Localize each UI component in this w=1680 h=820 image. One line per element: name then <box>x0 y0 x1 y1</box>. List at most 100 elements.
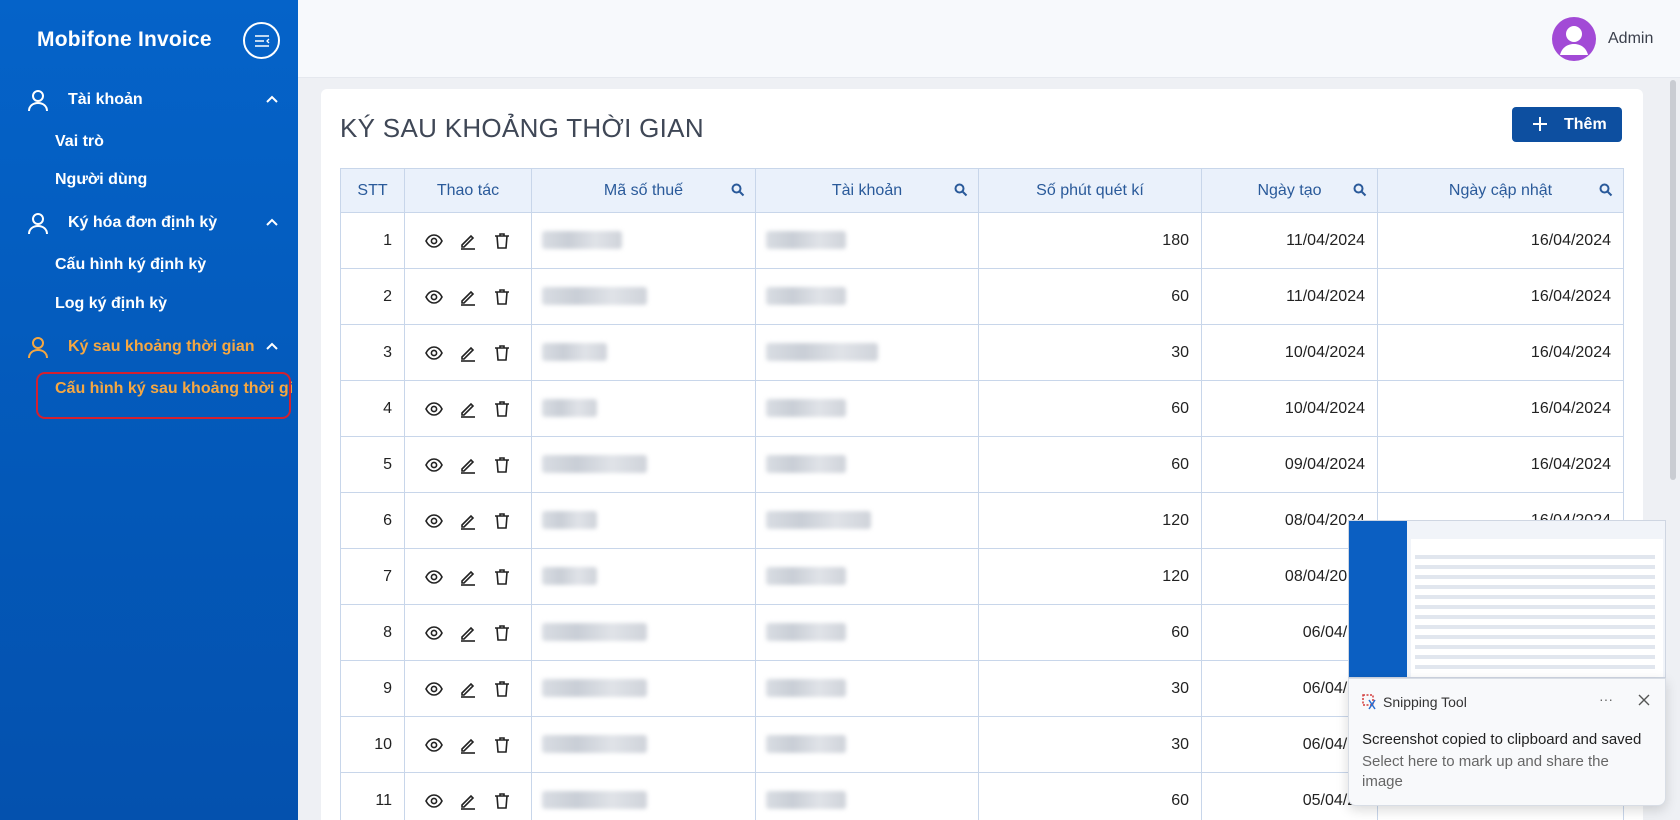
delete-icon[interactable] <box>492 399 512 419</box>
edit-icon[interactable] <box>458 399 478 419</box>
edit-icon[interactable] <box>458 455 478 475</box>
cell-minutes: 60 <box>978 436 1202 493</box>
delete-icon[interactable] <box>492 343 512 363</box>
edit-icon[interactable] <box>458 343 478 363</box>
column-header-stt: STT <box>340 168 405 213</box>
cell-updated: 16/04/2024 <box>1377 436 1624 493</box>
chevron-up-icon <box>266 342 278 350</box>
user-icon <box>28 90 48 112</box>
page-title: KÝ SAU KHOẢNG THỜI GIAN <box>340 113 704 143</box>
user-name[interactable]: Admin <box>1608 30 1653 48</box>
thumb-row-line <box>1415 615 1655 619</box>
edit-icon[interactable] <box>458 791 478 811</box>
thumb-row-line <box>1415 645 1655 649</box>
redacted-value <box>542 231 622 250</box>
redacted-value <box>542 567 597 586</box>
delete-icon[interactable] <box>492 623 512 643</box>
thumb-row-line <box>1415 655 1655 659</box>
redacted-value <box>542 791 647 810</box>
delete-icon[interactable] <box>492 511 512 531</box>
close-icon[interactable] <box>1637 693 1651 707</box>
view-icon[interactable] <box>424 455 444 475</box>
edit-icon[interactable] <box>458 231 478 251</box>
avatar[interactable] <box>1552 17 1596 61</box>
redacted-value <box>542 399 597 418</box>
sidebar-item-periodic-config[interactable]: Cấu hình ký định kỳ <box>55 256 206 274</box>
cell-actions <box>404 212 532 269</box>
cell-account <box>755 772 979 820</box>
sidebar: Mobifone Invoice Tài khoản Vai trò Người… <box>0 0 298 820</box>
cell-stt: 6 <box>340 492 405 549</box>
delete-icon[interactable] <box>492 679 512 699</box>
user-icon <box>28 337 48 359</box>
view-icon[interactable] <box>424 791 444 811</box>
view-icon[interactable] <box>424 287 444 307</box>
edit-icon[interactable] <box>458 567 478 587</box>
cell-account <box>755 492 979 549</box>
view-icon[interactable] <box>424 567 444 587</box>
edit-icon[interactable] <box>458 623 478 643</box>
cell-tax-code <box>531 492 756 549</box>
search-icon[interactable] <box>954 183 968 197</box>
edit-icon[interactable] <box>458 735 478 755</box>
edit-icon[interactable] <box>458 287 478 307</box>
view-icon[interactable] <box>424 679 444 699</box>
snip-thumbnail[interactable] <box>1348 520 1666 678</box>
delete-icon[interactable] <box>492 231 512 251</box>
thumb-row-line <box>1415 625 1655 629</box>
chevron-up-icon <box>266 95 278 103</box>
cell-account <box>755 380 979 437</box>
edit-icon[interactable] <box>458 679 478 699</box>
redacted-value <box>542 623 647 642</box>
view-icon[interactable] <box>424 231 444 251</box>
column-header-created: Ngày tạo <box>1201 168 1378 213</box>
cell-tax-code <box>531 772 756 820</box>
delete-icon[interactable] <box>492 287 512 307</box>
sidebar-item-users[interactable]: Người dùng <box>55 171 147 189</box>
table-row: 4 60 10/04/2024 16/04/2024 <box>340 380 1624 437</box>
snipping-tool-toast[interactable]: Snipping Tool ··· Screenshot copied to c… <box>1348 678 1666 806</box>
cell-stt: 7 <box>340 548 405 605</box>
cell-tax-code <box>531 436 756 493</box>
cell-stt: 10 <box>340 716 405 773</box>
thumb-sidebar <box>1349 521 1407 677</box>
view-icon[interactable] <box>424 735 444 755</box>
sidebar-item-roles[interactable]: Vai trò <box>55 133 104 151</box>
search-icon[interactable] <box>1353 183 1367 197</box>
delete-icon[interactable] <box>492 791 512 811</box>
add-button[interactable]: Thêm <box>1512 107 1622 142</box>
cell-minutes: 60 <box>978 772 1202 820</box>
thumb-row-line <box>1415 565 1655 569</box>
menu-toggle-button[interactable] <box>243 22 280 59</box>
view-icon[interactable] <box>424 343 444 363</box>
view-icon[interactable] <box>424 399 444 419</box>
redacted-value <box>542 679 647 698</box>
column-header-minutes: Số phút quét kí <box>978 168 1202 213</box>
delete-icon[interactable] <box>492 455 512 475</box>
view-icon[interactable] <box>424 623 444 643</box>
sidebar-group-periodic-sign[interactable]: Ký hóa đơn định kỳ <box>0 203 298 243</box>
search-icon[interactable] <box>731 183 745 197</box>
cell-stt: 1 <box>340 212 405 269</box>
redacted-value <box>542 735 647 754</box>
cell-tax-code <box>531 268 756 325</box>
redacted-value <box>766 511 871 530</box>
edit-icon[interactable] <box>458 511 478 531</box>
cell-tax-code <box>531 324 756 381</box>
cell-account <box>755 604 979 661</box>
search-icon[interactable] <box>1599 183 1613 197</box>
delete-icon[interactable] <box>492 735 512 755</box>
cell-actions <box>404 660 532 717</box>
sidebar-item-periodic-log[interactable]: Log ký định kỳ <box>55 295 167 313</box>
more-options-button[interactable]: ··· <box>1599 691 1613 707</box>
redacted-value <box>766 343 878 362</box>
sidebar-group-account[interactable]: Tài khoản <box>0 80 298 120</box>
delete-icon[interactable] <box>492 567 512 587</box>
scrollbar[interactable] <box>1670 80 1676 480</box>
snipping-tool-icon <box>1362 694 1376 710</box>
view-icon[interactable] <box>424 511 444 531</box>
cell-created: 10/04/2024 <box>1201 380 1378 437</box>
cell-tax-code <box>531 604 756 661</box>
brand-title: Mobifone Invoice <box>37 28 212 51</box>
sidebar-group-sign-after-interval[interactable]: Ký sau khoảng thời gian <box>0 327 298 367</box>
